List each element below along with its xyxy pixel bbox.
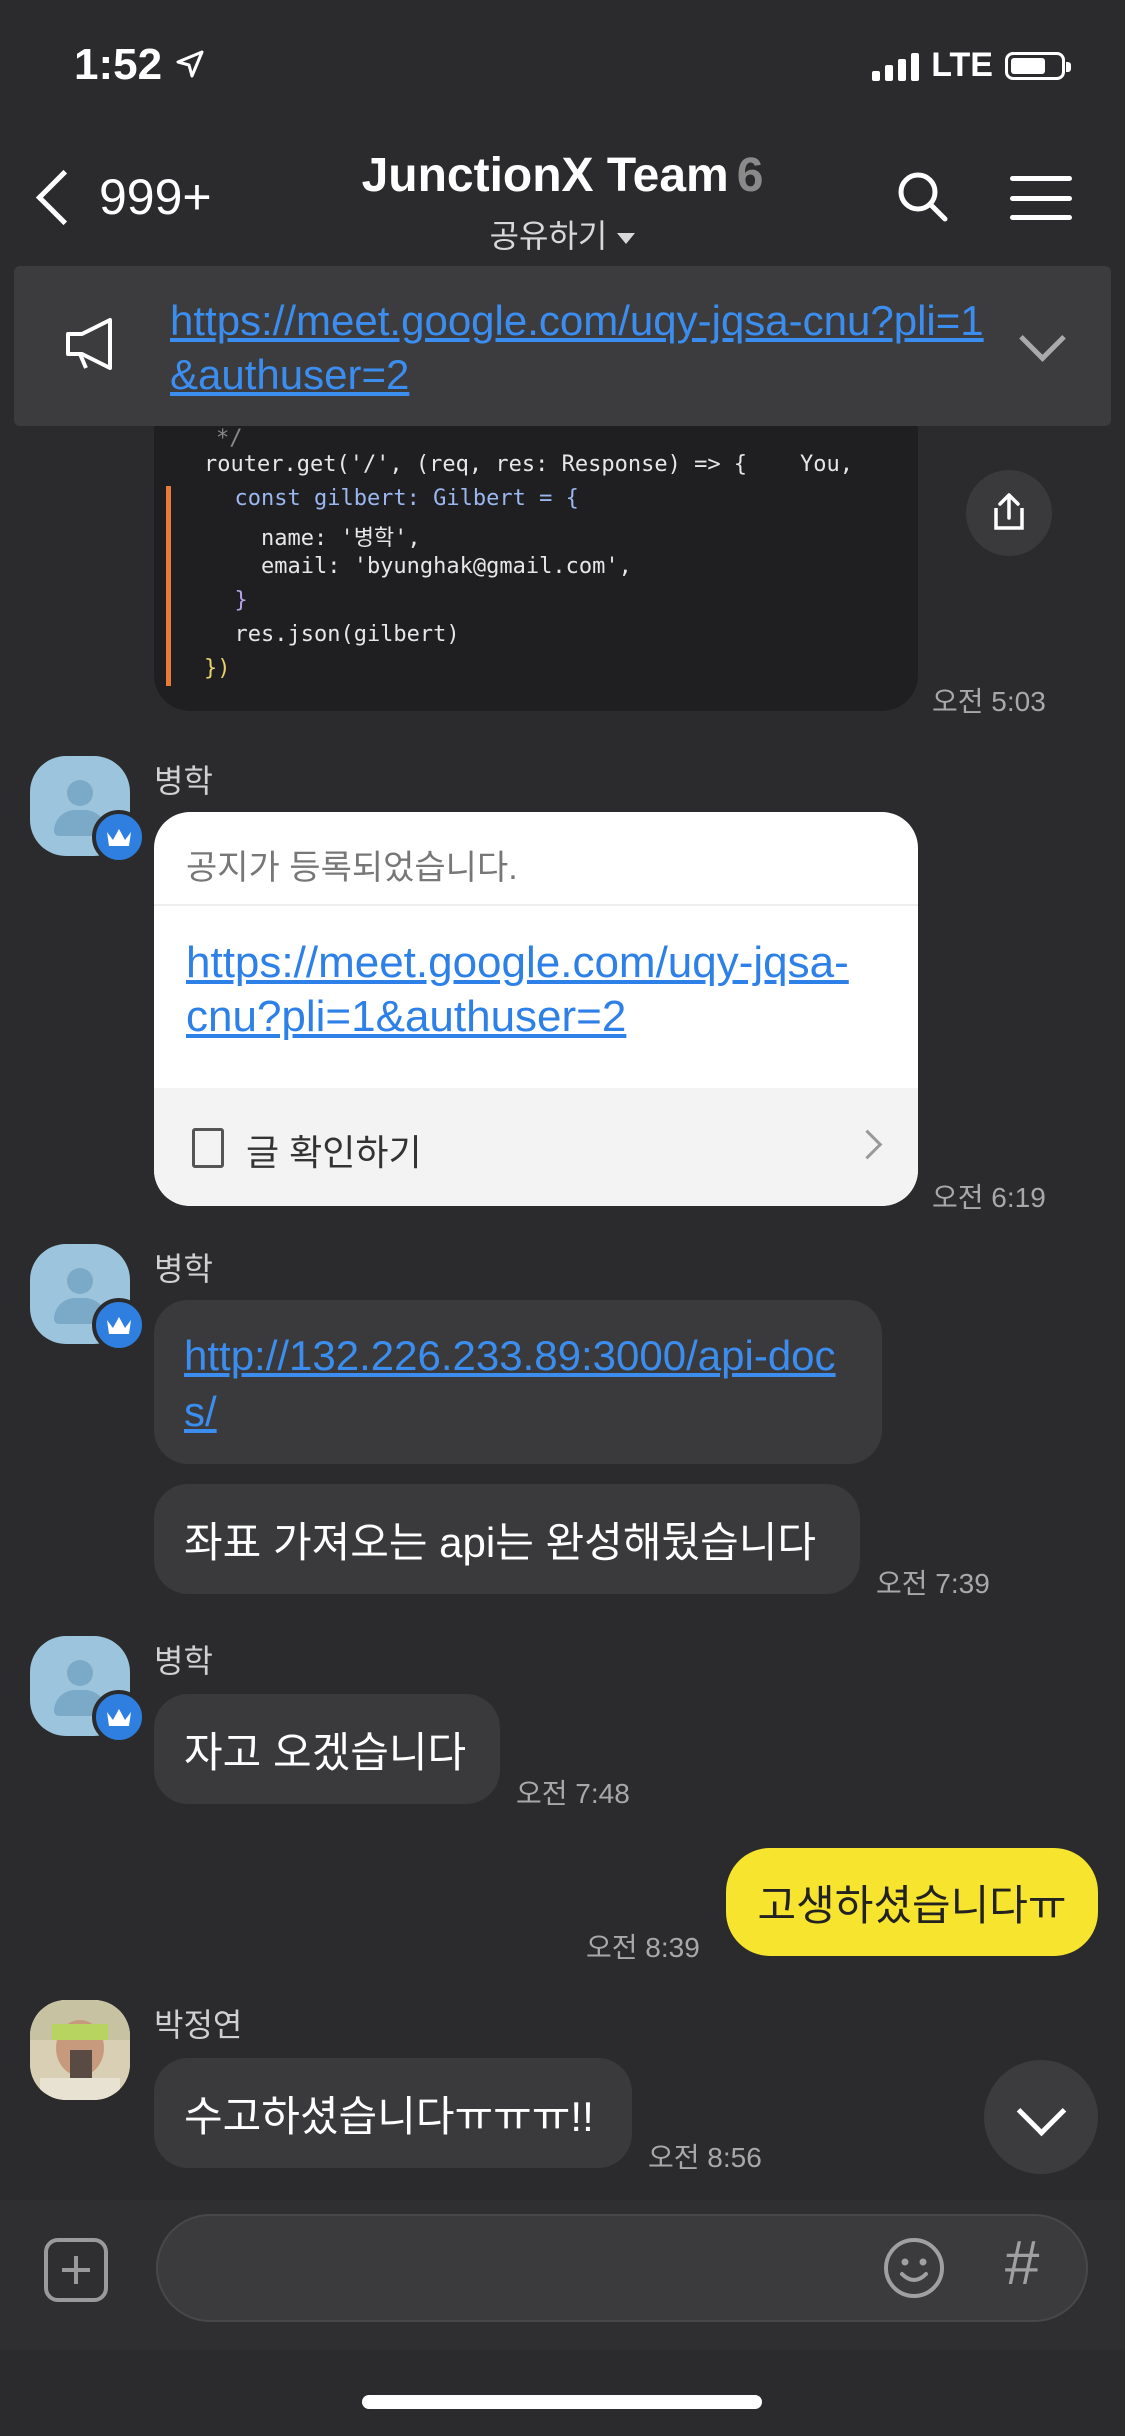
share-label: 공유하기: [489, 218, 608, 254]
view-post-button[interactable]: 글 확인하기: [154, 1088, 918, 1206]
sender-name: 병학: [154, 1251, 213, 1287]
member-count: 6: [736, 149, 764, 202]
message-time: 오전 8:39: [586, 1932, 700, 1963]
caret-down-icon: [617, 233, 636, 245]
message-bubble[interactable]: 수고하셨습니다ㅠㅠㅠ!!: [154, 2058, 632, 2168]
crown-icon: [92, 1298, 146, 1352]
divider: [154, 904, 918, 906]
scroll-to-bottom-button[interactable]: [984, 2060, 1098, 2174]
message-time: 오전 7:48: [516, 1778, 630, 1809]
emoji-icon[interactable]: [882, 2236, 946, 2305]
avatar-photo[interactable]: [30, 2000, 130, 2100]
chat-title[interactable]: JunctionX Team 6: [0, 148, 1125, 203]
code-gutter-bar: [166, 486, 171, 686]
avatar[interactable]: [30, 756, 146, 864]
share-dropdown[interactable]: 공유하기: [0, 211, 1125, 257]
code-line: router.get('/', (req, res: Response) => …: [204, 452, 854, 477]
sender-name: 병학: [154, 763, 213, 799]
code-line: }): [204, 656, 231, 681]
crown-icon: [92, 810, 146, 864]
notice-card-header: 공지가 등록되었습니다.: [186, 849, 518, 887]
code-line: const gilbert: Gilbert = {: [208, 486, 579, 511]
battery-icon: [1005, 51, 1071, 80]
location-arrow-icon: [176, 50, 204, 83]
code-line: */: [216, 426, 243, 451]
crown-icon: [92, 1690, 146, 1744]
notice-card-link[interactable]: https://meet.google.com/uqy-jqsa-cnu?pli…: [186, 936, 886, 1044]
signal-icon: [872, 51, 920, 81]
document-icon: [192, 1128, 224, 1168]
chat-header: JunctionX Team 6 공유하기: [0, 148, 1125, 257]
code-line: }: [208, 588, 248, 613]
sender-name: 박정연: [154, 2007, 243, 2043]
code-line: email: 'byunghak@gmail.com',: [208, 554, 632, 579]
chevron-down-icon: [1016, 2086, 1067, 2137]
chevron-right-icon: [852, 1129, 883, 1160]
hashtag-icon[interactable]: #: [1004, 2228, 1038, 2299]
share-icon: [994, 493, 1024, 530]
avatar[interactable]: [30, 1244, 146, 1352]
view-post-label: 글 확인하기: [246, 1132, 422, 1173]
chat-title-text: JunctionX Team: [361, 149, 729, 202]
home-indicator[interactable]: [362, 2395, 762, 2409]
message-input[interactable]: [156, 2214, 1088, 2322]
notice-link[interactable]: https://meet.google.com/uqy-jqsa-cnu?pli…: [170, 294, 1010, 402]
message-bubble-link[interactable]: http://132.226.233.89:3000/api-docs/: [154, 1300, 882, 1464]
search-icon[interactable]: [896, 170, 948, 222]
menu-icon[interactable]: [1010, 176, 1072, 220]
share-button[interactable]: [966, 470, 1052, 556]
message-time: 오전 7:39: [876, 1568, 990, 1599]
notice-card[interactable]: 공지가 등록되었습니다. https://meet.google.com/uqy…: [154, 812, 918, 1206]
my-message-bubble[interactable]: 고생하셨습니다ㅠ: [726, 1848, 1098, 1956]
message-time: 오전 5:03: [932, 686, 1046, 717]
status-indicators: LTE: [872, 46, 1071, 85]
chevron-down-icon[interactable]: [1019, 315, 1066, 362]
code-line: name: '병학',: [208, 526, 421, 551]
sender-name: 병학: [154, 1643, 213, 1679]
message-time: 오전 8:56: [648, 2142, 762, 2173]
megaphone-icon: [64, 316, 126, 377]
status-time: 1:52: [74, 40, 163, 89]
message-bubble[interactable]: 좌표 가져오는 api는 완성해뒀습니다: [154, 1484, 860, 1594]
attach-plus-icon[interactable]: [44, 2238, 108, 2302]
code-screenshot-image[interactable]: */ router.get('/', (req, res: Response) …: [154, 426, 918, 711]
pinned-notice[interactable]: https://meet.google.com/uqy-jqsa-cnu?pli…: [14, 266, 1111, 426]
message-time: 오전 6:19: [932, 1182, 1046, 1213]
avatar[interactable]: [30, 1636, 146, 1744]
code-line: res.json(gilbert): [208, 622, 460, 647]
network-label: LTE: [931, 46, 993, 84]
message-bubble[interactable]: 자고 오겠습니다: [154, 1694, 500, 1804]
